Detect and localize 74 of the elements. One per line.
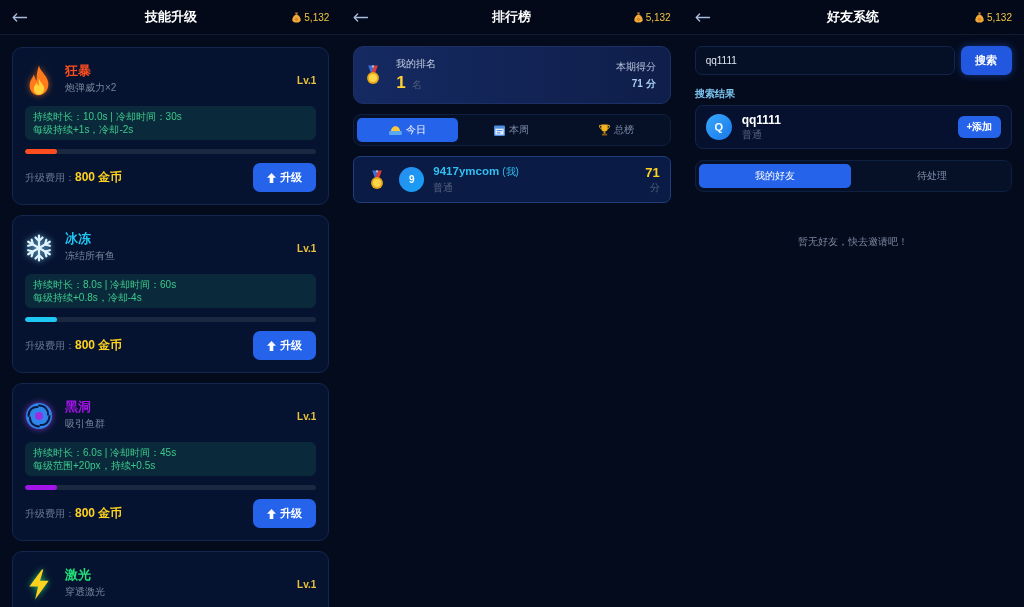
period-tab[interactable]: 今日 [357, 118, 458, 142]
friends-tab[interactable]: 我的好友 [698, 164, 852, 188]
period-tab[interactable]: 本周 [461, 118, 563, 142]
skill-description: 炮弹威力×2 [65, 81, 117, 94]
calendar-icon [494, 124, 506, 136]
skill-level: Lv.1 [297, 578, 317, 590]
skill-stat-line: 每级持续+1s，冷却-2s [33, 123, 134, 136]
up-arrow-icon [267, 172, 277, 183]
section-title: 搜索结果 [694, 87, 735, 101]
score-label: 本期得分 [615, 59, 656, 74]
score-unit: 分 [649, 180, 660, 195]
friend-name: qq1111 [741, 112, 782, 127]
period-tab[interactable]: 总榜 [566, 118, 667, 142]
skill-name: 激光 [65, 566, 91, 583]
skill-stat-line: 持续时长：10.0s | 冷却时间：30s [33, 110, 182, 123]
score-value: 71 分 [631, 76, 656, 91]
coin-balance: 5,132 [645, 11, 671, 23]
skill-level: Lv.1 [297, 410, 317, 422]
cost-label: 升级费用： [25, 507, 75, 521]
rank-number: 1 [396, 73, 406, 93]
rank-label: 我的排名 [396, 57, 437, 71]
skill-level: Lv.1 [297, 242, 317, 254]
snowflake-icon [25, 234, 53, 262]
page-title: 好友系统 [827, 8, 880, 26]
money-bag-icon [974, 11, 984, 23]
search-field[interactable]: qq1111 [694, 46, 955, 75]
empty-message: 暂无好友，快去邀请吧！ [798, 235, 909, 249]
vortex-icon [25, 402, 53, 430]
trophy-icon [598, 124, 610, 136]
money-bag-icon [633, 11, 643, 23]
medal-icon [370, 169, 385, 190]
me-tag: (我) [502, 164, 519, 179]
leaderboard-row[interactable]: 9 9417ymcom (我) 普通 71 分 [353, 156, 671, 203]
back-arrow-icon[interactable] [12, 12, 27, 22]
skill-stat-line: 每级范围+20px，持续+0.5s [33, 459, 156, 472]
skill-description: 冻结所有鱼 [65, 249, 115, 262]
skill-stat-line: 持续时长：6.0s | 冷却时间：45s [33, 446, 177, 459]
upgrade-button[interactable]: 升级 [253, 331, 317, 360]
friend-level-label: 普通 [741, 127, 762, 142]
add-friend-button[interactable]: +添加 [958, 116, 1001, 138]
page-title: 排行榜 [492, 8, 532, 26]
skill-name: 冰冻 [65, 230, 91, 247]
cost-value: 800 金币 [75, 337, 123, 354]
user-avatar: Q [705, 114, 732, 140]
friends-tab[interactable]: 待处理 [855, 164, 1008, 188]
cost-label: 升级费用： [25, 339, 75, 353]
cost-value: 800 金币 [75, 169, 123, 186]
skill-description: 吸引鱼群 [65, 417, 105, 430]
user-avatar: 9 [399, 167, 425, 192]
coin-balance: 5,132 [986, 11, 1012, 23]
medal-icon [366, 65, 381, 85]
player-name: 9417ymcom [433, 164, 500, 177]
back-arrow-icon[interactable] [694, 12, 710, 22]
player-score: 71 [645, 164, 660, 180]
coin-balance: 5,132 [304, 11, 330, 23]
up-arrow-icon [267, 508, 277, 519]
player-level-label: 普通 [433, 180, 454, 195]
back-arrow-icon[interactable] [353, 12, 369, 22]
money-bag-icon [292, 11, 302, 23]
cost-label: 升级费用： [25, 171, 75, 185]
upgrade-button[interactable]: 升级 [253, 163, 317, 192]
skill-stat-line: 持续时长：8.0s | 冷却时间：60s [33, 278, 177, 291]
skill-name: 狂暴 [65, 62, 91, 79]
up-arrow-icon [267, 340, 277, 351]
skill-description: 穿透激光 [65, 585, 105, 598]
skill-stat-line: 每级持续+0.8s，冷却-4s [33, 291, 142, 304]
skill-name: 黑洞 [65, 398, 91, 415]
cost-value: 800 金币 [75, 505, 123, 522]
sunrise-icon [389, 125, 403, 135]
lightning-icon [27, 568, 51, 600]
upgrade-button[interactable]: 升级 [253, 499, 317, 528]
search-button[interactable]: 搜索 [961, 46, 1012, 75]
page-title: 技能升级 [144, 8, 197, 26]
skill-level: Lv.1 [297, 74, 317, 86]
